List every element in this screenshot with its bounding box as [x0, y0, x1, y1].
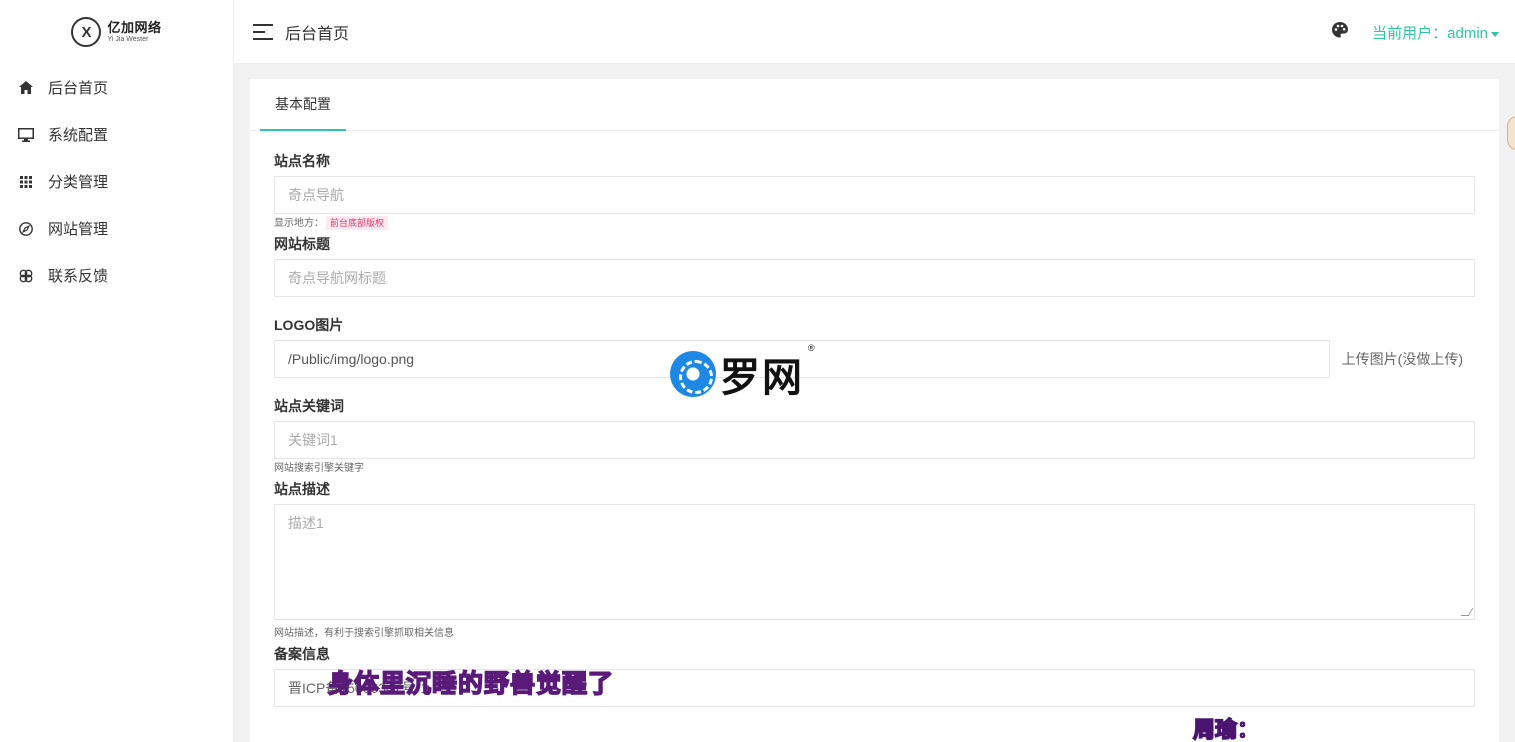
- sidebar-item-label: 网站管理: [48, 221, 109, 238]
- description-hint: 网站描述，有利于搜索引擎抓取相关信息: [274, 628, 454, 639]
- field-group-site-title: 网站标题 奇点导航网标题: [274, 234, 1475, 297]
- site-title-label: 网站标题: [274, 236, 330, 252]
- config-form: 站点名称 奇点导航 显示地方： 前台底部版权 网站标题 奇点导航网标题 LOGO图…: [274, 151, 1475, 707]
- top-header: 后台首页 当前用户：admin: [234, 0, 1515, 64]
- logo-row: /Public/img/logo.png 上传图片(没做上传): [274, 340, 1475, 378]
- logo-label: LOGO图片: [274, 317, 344, 333]
- current-user-menu[interactable]: 当前用户：admin: [1372, 22, 1499, 43]
- brand-mark-icon: X: [71, 17, 102, 47]
- icp-label: 备案信息: [274, 646, 330, 662]
- brand-name-en: Yi Jia Wester: [107, 36, 149, 43]
- app-root: X 亿加网络 Yi Jia Wester 后台首页 系统配置 分类管理 网站管理…: [0, 0, 1515, 742]
- site-name-label: 站点名称: [274, 153, 330, 169]
- brand-text: 亿加网络 Yi Jia Wester: [107, 21, 161, 43]
- menu-toggle-icon[interactable]: [253, 23, 273, 40]
- field-group-site-name: 站点名称 奇点导航 显示地方： 前台底部版权: [274, 151, 1475, 234]
- brand-logo[interactable]: X 亿加网络 Yi Jia Wester: [0, 0, 233, 64]
- site-name-input[interactable]: 奇点导航: [274, 176, 1475, 214]
- sidebar-item-system-config[interactable]: 系统配置: [0, 111, 233, 158]
- monitor-icon: [18, 127, 34, 143]
- tab-basic-config[interactable]: 基本配置: [260, 79, 346, 131]
- field-group-logo: LOGO图片 /Public/img/logo.png 上传图片(没做上传): [274, 315, 1475, 378]
- site-name-hint: 显示地方： 前台底部版权: [274, 214, 1475, 234]
- tab-bar: 基本配置: [250, 79, 1499, 131]
- chevron-down-icon: [1491, 31, 1499, 37]
- description-textarea[interactable]: 描述1: [274, 504, 1475, 620]
- logo-path-input[interactable]: /Public/img/logo.png: [274, 340, 1475, 378]
- sidebar-item-label: 后台首页: [48, 80, 109, 97]
- site-title-input[interactable]: 奇点导航网标题: [274, 259, 1475, 297]
- description-placeholder: 描述1: [288, 515, 324, 531]
- keywords-hint: 网站搜索引擎关键字: [274, 463, 364, 474]
- resize-handle-icon[interactable]: [1460, 608, 1474, 616]
- keywords-label: 站点关键词: [274, 398, 344, 414]
- palette-icon[interactable]: [1331, 21, 1349, 39]
- grid-icon: [18, 174, 34, 190]
- hint-tag-badge: 前台底部版权: [326, 216, 389, 230]
- page-title: 后台首页: [285, 25, 350, 43]
- upload-image-button[interactable]: 上传图片(没做上传): [1328, 340, 1475, 378]
- sidebar-item-label: 分类管理: [48, 174, 109, 191]
- sidebar-item-feedback[interactable]: 联系反馈: [0, 252, 233, 299]
- brand-name-cn: 亿加网络: [107, 20, 162, 35]
- field-group-keywords: 站点关键词 关键词1 网站搜索引擎关键字: [274, 396, 1475, 479]
- compass-icon: [18, 221, 34, 237]
- config-card: 基本配置 站点名称 奇点导航 显示地方： 前台底部版权 网站标题 奇点导航网标题 …: [250, 79, 1499, 742]
- side-float-widget[interactable]: [1507, 116, 1515, 150]
- home-icon: [18, 80, 34, 96]
- hint-prefix: 显示地方：: [274, 218, 324, 229]
- current-user-label: 当前用户：admin: [1372, 25, 1488, 42]
- keywords-input[interactable]: 关键词1: [274, 421, 1475, 459]
- link-icon: [18, 268, 34, 284]
- sidebar-item-websites[interactable]: 网站管理: [0, 205, 233, 252]
- field-group-description: 站点描述 描述1 网站描述，有利于搜索引擎抓取相关信息: [274, 479, 1475, 644]
- sidebar-item-label: 联系反馈: [48, 268, 109, 285]
- sidebar-item-label: 系统配置: [48, 127, 109, 144]
- sidebar: X 亿加网络 Yi Jia Wester 后台首页 系统配置 分类管理 网站管理…: [0, 0, 234, 742]
- icp-input[interactable]: 晋ICP备15006347号-1: [274, 669, 1475, 707]
- description-label: 站点描述: [274, 481, 330, 497]
- sidebar-item-home[interactable]: 后台首页: [0, 64, 233, 111]
- sidebar-item-category[interactable]: 分类管理: [0, 158, 233, 205]
- field-group-icp: 备案信息 晋ICP备15006347号-1: [274, 644, 1475, 707]
